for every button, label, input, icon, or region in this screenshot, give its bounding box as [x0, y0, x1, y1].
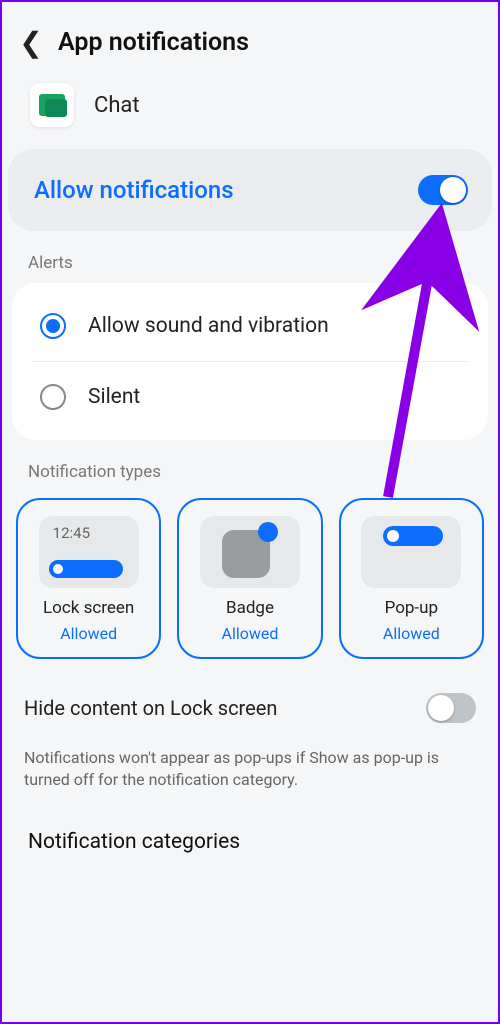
lock-slider-icon	[49, 560, 123, 578]
radio-sound-label: Allow sound and vibration	[88, 314, 329, 338]
allow-notifications-row[interactable]: Allow notifications	[8, 149, 492, 231]
hide-content-label: Hide content on Lock screen	[24, 696, 277, 720]
back-button[interactable]: ❮	[16, 26, 46, 59]
page-title: App notifications	[58, 28, 249, 57]
type-badge-title: Badge	[226, 598, 274, 618]
chat-icon	[39, 94, 65, 116]
app-row: Chat	[2, 77, 498, 149]
popup-pill-icon	[383, 526, 443, 546]
hide-content-row[interactable]: Hide content on Lock screen	[2, 665, 498, 737]
notification-types-row: 12:45 Lock screen Allowed Badge Allowed …	[2, 492, 498, 665]
alert-option-silent[interactable]: Silent	[32, 361, 468, 432]
lock-time: 12:45	[53, 524, 90, 542]
type-badge[interactable]: Badge Allowed	[177, 498, 322, 659]
types-section-label: Notification types	[2, 440, 498, 492]
categories-section-label: Notification categories	[2, 812, 498, 854]
lock-screen-preview-icon: 12:45	[39, 516, 139, 588]
type-lock-screen[interactable]: 12:45 Lock screen Allowed	[16, 498, 161, 659]
radio-silent-label: Silent	[88, 385, 140, 409]
allow-notifications-label: Allow notifications	[34, 176, 234, 204]
type-popup-status: Allowed	[383, 624, 440, 643]
badge-preview-icon	[200, 516, 300, 588]
type-lock-status: Allowed	[60, 624, 117, 643]
alerts-section-label: Alerts	[2, 231, 498, 283]
allow-notifications-toggle[interactable]	[418, 175, 468, 205]
app-icon	[30, 83, 74, 127]
help-text: Notifications won't appear as pop-ups if…	[2, 737, 498, 812]
radio-silent[interactable]	[40, 384, 66, 410]
toggle-knob	[428, 695, 454, 721]
type-popup[interactable]: Pop-up Allowed	[339, 498, 484, 659]
type-badge-status: Allowed	[222, 624, 279, 643]
radio-sound[interactable]	[40, 313, 66, 339]
badge-dot-icon	[258, 522, 278, 542]
popup-preview-icon	[361, 516, 461, 588]
type-lock-title: Lock screen	[43, 598, 134, 618]
alert-option-sound[interactable]: Allow sound and vibration	[32, 291, 468, 361]
toggle-knob	[440, 177, 466, 203]
hide-content-toggle[interactable]	[426, 693, 476, 723]
alerts-card: Allow sound and vibration Silent	[12, 283, 488, 440]
app-name: Chat	[94, 93, 140, 118]
type-popup-title: Pop-up	[385, 598, 438, 618]
